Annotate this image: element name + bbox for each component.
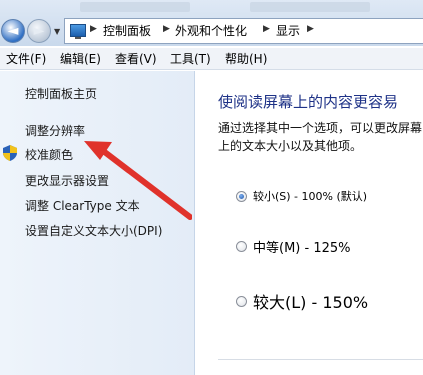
sidebar-link-custom-dpi[interactable]: 设置自定义文本大小(DPI) xyxy=(25,224,162,239)
breadcrumb-separator-icon[interactable]: ▶ xyxy=(263,24,270,34)
annotation-arrow-icon xyxy=(84,141,192,220)
menu-help[interactable]: 帮助(H) xyxy=(225,52,267,66)
page-heading: 使阅读屏幕上的内容更容易 xyxy=(218,93,399,111)
option-smaller-label[interactable]: 较小(S) - 100% (默认) xyxy=(253,188,367,204)
option-larger[interactable]: 较大(L) - 150% xyxy=(236,289,368,313)
sidebar-link-calibrate-color[interactable]: 校准颜色 xyxy=(25,148,73,163)
main-content: 使阅读屏幕上的内容更容易 通过选择其中一个选项，可以更改屏幕上的文本大小以及其他… xyxy=(196,71,423,375)
radio-medium[interactable] xyxy=(236,241,247,252)
forward-button[interactable]: ► xyxy=(27,19,51,43)
uac-shield-icon xyxy=(3,145,17,161)
back-button[interactable]: ◄ xyxy=(1,19,25,43)
sidebar-link-control-panel-home[interactable]: 控制面板主页 xyxy=(25,87,97,102)
blurred-title-area xyxy=(80,2,190,12)
option-medium-label[interactable]: 中等(M) - 125% xyxy=(253,237,350,256)
address-bar: ◄ ► ▼ ▶ 控制面板 ▶ 外观和个性化 ▶ 显示 ▶ xyxy=(0,0,423,46)
menu-bar: 文件(F) 编辑(E) 查看(V) 工具(T) 帮助(H) xyxy=(0,48,423,70)
section-divider xyxy=(218,359,423,360)
breadcrumb-separator-icon[interactable]: ▶ xyxy=(90,24,97,34)
sidebar-link-adjust-resolution[interactable]: 调整分辨率 xyxy=(25,124,85,139)
radio-smaller[interactable] xyxy=(236,190,247,202)
breadcrumb-appearance[interactable]: 外观和个性化 xyxy=(175,23,247,39)
sidebar: 控制面板主页 调整分辨率 校准颜色 更改显示器设置 调整 ClearType 文… xyxy=(0,71,195,375)
breadcrumb-control-panel[interactable]: 控制面板 xyxy=(103,23,151,39)
radio-larger[interactable] xyxy=(236,295,247,307)
menu-edit[interactable]: 编辑(E) xyxy=(60,52,101,66)
breadcrumb[interactable]: ▶ 控制面板 ▶ 外观和个性化 ▶ 显示 ▶ xyxy=(64,18,423,44)
option-larger-label[interactable]: 较大(L) - 150% xyxy=(253,289,368,313)
breadcrumb-separator-icon[interactable]: ▶ xyxy=(307,24,314,34)
menu-tools[interactable]: 工具(T) xyxy=(170,52,211,66)
page-description: 通过选择其中一个选项，可以更改屏幕上的文本大小以及其他项。 xyxy=(218,121,423,153)
option-smaller[interactable]: 较小(S) - 100% (默认) xyxy=(236,188,367,204)
menu-file[interactable]: 文件(F) xyxy=(6,52,46,66)
forward-arrow-icon: ► xyxy=(33,23,45,39)
back-arrow-icon: ◄ xyxy=(7,23,19,39)
option-medium[interactable]: 中等(M) - 125% xyxy=(236,237,350,256)
history-dropdown-icon[interactable]: ▼ xyxy=(54,27,60,36)
breadcrumb-display[interactable]: 显示 xyxy=(276,23,300,39)
menu-view[interactable]: 查看(V) xyxy=(115,52,157,66)
control-panel-icon xyxy=(70,24,86,39)
blurred-title-area-2 xyxy=(250,2,370,12)
breadcrumb-separator-icon[interactable]: ▶ xyxy=(163,24,170,34)
